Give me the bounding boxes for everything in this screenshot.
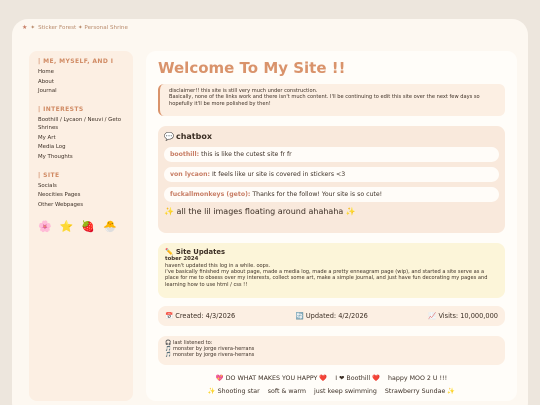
chat-message: boothill: this is like the cutest site f… [164,147,499,162]
calendar-icon: 📅 [165,312,174,320]
chick-sticker-icon: 🐣 [103,219,117,233]
chat-username[interactable]: von lycaon: [170,171,210,178]
sidebar-item-other-webpages[interactable]: Other Webpages [38,201,124,211]
sidebar-item-shrines[interactable]: Boothill / Lycaon / Neuvi / Geto Shrines [38,116,124,132]
visits-stat: 📈 Visits: 10,000,000 [428,312,498,320]
sidebar-item-home[interactable]: Home [38,68,124,78]
site-stats-bar: 📅 Created: 4/3/2026 🔄 Updated: 4/2/2026 … [158,306,505,326]
last-listened-box: 🎧 last listened to: 🎵 monster by jorge r… [158,336,505,365]
site-updates-box: ✏️ Site Updates tober 2024 haven't updat… [158,243,505,298]
created-text: Created: 4/3/2026 [175,312,236,320]
title-prefix: ✦ [30,24,36,31]
chat-message: fuckallmonkeys (geto): Thanks for the fo… [164,187,499,202]
sidebar-section-title: INTERESTS [38,106,124,113]
chart-icon: 📈 [428,312,437,320]
chat-username[interactable]: boothill: [170,151,199,158]
star-sticker-icon: ⭐ [59,219,74,233]
chatbox-footer: ✨ all the lil images floating around aha… [164,207,356,216]
site-updates-date: tober 2024 [165,256,199,262]
blinkie-row: ✨ Shooting star soft & warm just keep sw… [146,386,517,399]
sidebar-section-interests: INTERESTS Boothill / Lycaon / Neuvi / Ge… [38,106,124,163]
track-text: monster by jorge rivera-herrans [172,352,255,359]
sidebar-item-journal[interactable]: Journal [38,87,124,97]
chat-text: Thanks for the follow! Your site is so c… [252,191,383,198]
blinkie-boothill-button[interactable]: I ❤ Boothill ❤️ [335,375,380,382]
blinkie-moo-button[interactable]: happy MOO 2 U !!! [388,375,447,382]
created-stat: 📅 Created: 4/3/2026 [165,312,235,320]
flower-sticker-icon: 🌸 [38,219,52,233]
blinkie-soft-warm-button[interactable]: soft & warm [268,388,306,395]
chat-message: von lycaon: It feels like ur site is cov… [164,167,499,182]
chat-text: this is like the cutest site fr fr [201,151,292,158]
updated-text: Updated: 4/2/2026 [305,312,368,320]
site-updates-title: ✏️ Site Updates [165,248,498,256]
sidebar-item-media-log[interactable]: Media Log [38,143,124,153]
window-title-bar: ★ ✦ Sticker Forest ✦ Personal Shrine [22,24,128,31]
site-updates-line-2: i've basically finished my about page, m… [165,269,488,288]
site-updates-title-text: Site Updates [175,248,226,256]
strawberry-sticker-icon: 🍓 [81,219,96,233]
track-item: 🎵 monster by jorge rivera-herrans [165,352,498,358]
sidebar-item-my-thoughts[interactable]: My Thoughts [38,153,124,163]
chat-text: It feels like ur site is covered in stic… [211,171,346,178]
blinkie-swimming-button[interactable]: just keep swimming [314,388,377,395]
chat-username[interactable]: fuckallmonkeys (geto): [170,191,250,198]
sidebar-section-title: SITE [38,172,124,179]
refresh-icon: 🔄 [295,312,304,320]
sidebar-section-title: ME, MYSELF, AND I [38,58,124,65]
chatbox-title-text: chatbox [175,132,213,141]
sidebar-item-neocities-pages[interactable]: Neocities Pages [38,191,124,201]
blinkie-buttons: 💖 DO WHAT MAKES YOU HAPPY ❤️ I ❤ Boothil… [146,373,517,398]
chatbox-title: 💬 chatbox [164,132,499,141]
sidebar-item-socials[interactable]: Socials [38,182,124,192]
disclaimer-box: disclaimer!! this site is still very muc… [158,84,505,116]
pencil-icon: ✏️ [165,248,174,256]
music-note-icon: 🎵 [165,352,172,359]
sidebar-item-about[interactable]: About [38,78,124,88]
disclaimer-line-2: Basically, none of the links work and th… [169,94,480,107]
blinkie-row: 💖 DO WHAT MAKES YOU HAPPY ❤️ I ❤ Boothil… [146,373,517,386]
blinkie-happy-button[interactable]: 💖 DO WHAT MAKES YOU HAPPY ❤️ [216,375,327,382]
window-title: Sticker Forest ✦ Personal Shrine [38,24,128,31]
speech-bubble-icon: 💬 [164,132,174,141]
sticker-row: 🌸 ⭐ 🍓 🐣 [38,220,124,233]
sidebar-section-me: ME, MYSELF, AND I Home About Journal [38,58,124,97]
page-title: Welcome To My Site !! [158,59,346,77]
blinkie-shooting-star-button[interactable]: ✨ Shooting star [208,388,260,395]
blinkie-strawberry-button[interactable]: Strawberry Sundae ✨ [385,388,455,395]
chatbox: 💬 chatbox boothill: this is like the cut… [158,126,505,233]
sidebar: ME, MYSELF, AND I Home About Journal INT… [29,51,133,401]
sidebar-section-site: SITE Socials Neocities Pages Other Webpa… [38,172,124,211]
main-content: Welcome To My Site !! disclaimer!! this … [146,51,517,401]
updated-stat: 🔄 Updated: 4/2/2026 [296,312,368,320]
visits-text: Visits: 10,000,000 [438,312,498,320]
star-icon: ★ [22,24,28,31]
sidebar-item-my-art[interactable]: My Art [38,134,124,144]
